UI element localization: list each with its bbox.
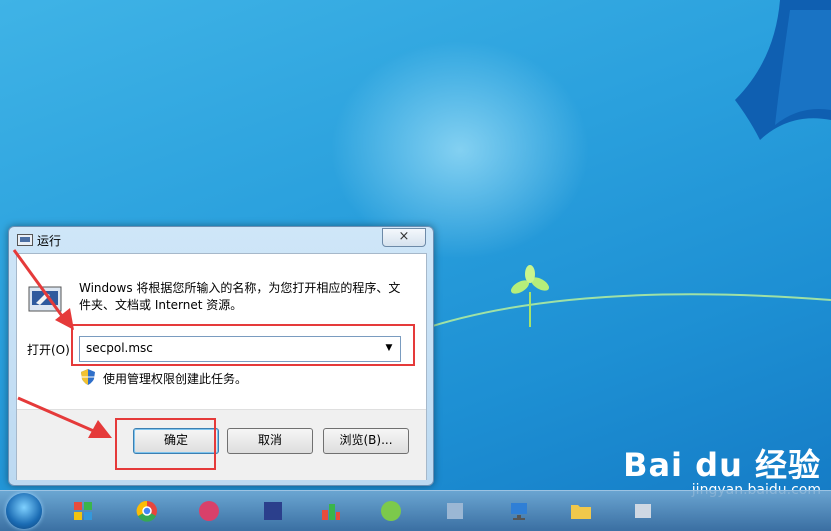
- taskbar-item-1[interactable]: [58, 495, 108, 527]
- app-icon: [635, 504, 651, 518]
- windows-flag-graphic: [735, 0, 831, 140]
- app-icon: [322, 504, 340, 520]
- dialog-description: Windows 将根据您所输入的名称，为您打开相应的程序、文件夹、文档或 Int…: [79, 281, 401, 312]
- run-dialog: 运行 × Windows 将根据您所输入的名称，为您打开相应的程序、文件夹、文档…: [8, 226, 434, 486]
- start-button[interactable]: [6, 493, 42, 529]
- chrome-icon: [136, 500, 157, 522]
- dialog-content: Windows 将根据您所输入的名称，为您打开相应的程序、文件夹、文档或 Int…: [17, 254, 426, 409]
- taskbar-item-3[interactable]: [184, 495, 234, 527]
- run-program-icon: [28, 286, 62, 312]
- dropdown-arrow-icon[interactable]: ▼: [382, 341, 396, 355]
- taskbar-item-folder[interactable]: [556, 495, 606, 527]
- taskbar-item-10[interactable]: [618, 495, 668, 527]
- browse-button[interactable]: 浏览(B)...: [323, 428, 409, 454]
- command-combobox[interactable]: secpol.msc ▼: [79, 336, 401, 362]
- taskbar: [0, 490, 831, 531]
- watermark-brand: Bai du 经验: [623, 446, 821, 484]
- admin-note: 使用管理权限创建此任务。: [103, 372, 248, 386]
- command-input[interactable]: secpol.msc: [86, 341, 153, 355]
- taskbar-item-4[interactable]: [248, 495, 298, 527]
- ok-button[interactable]: 确定: [133, 428, 219, 454]
- app-icon: [264, 502, 282, 520]
- dialog-client: Windows 将根据您所输入的名称，为您打开相应的程序、文件夹、文档或 Int…: [16, 253, 427, 480]
- app-icon: [74, 502, 92, 520]
- dialog-title: 运行: [37, 234, 62, 248]
- taskbar-item-chrome[interactable]: [122, 495, 172, 527]
- close-button[interactable]: ×: [382, 228, 426, 247]
- uac-shield-icon: [81, 369, 95, 385]
- network-icon: [511, 503, 527, 520]
- dialog-titlebar[interactable]: 运行 ×: [9, 227, 433, 253]
- run-title-icon: [17, 234, 33, 246]
- app-icon: [381, 501, 401, 521]
- app-icon: [199, 501, 219, 521]
- folder-icon: [571, 505, 591, 519]
- open-label: 打开(O):: [27, 343, 74, 357]
- taskbar-item-network[interactable]: [494, 495, 544, 527]
- taskbar-item-5[interactable]: [306, 495, 356, 527]
- cancel-button[interactable]: 取消: [227, 428, 313, 454]
- taskbar-item-7[interactable]: [430, 495, 480, 527]
- desktop-swoosh: [420, 293, 831, 331]
- app-icon: [447, 503, 463, 519]
- sprout-graphic: [510, 265, 550, 327]
- taskbar-item-6[interactable]: [366, 495, 416, 527]
